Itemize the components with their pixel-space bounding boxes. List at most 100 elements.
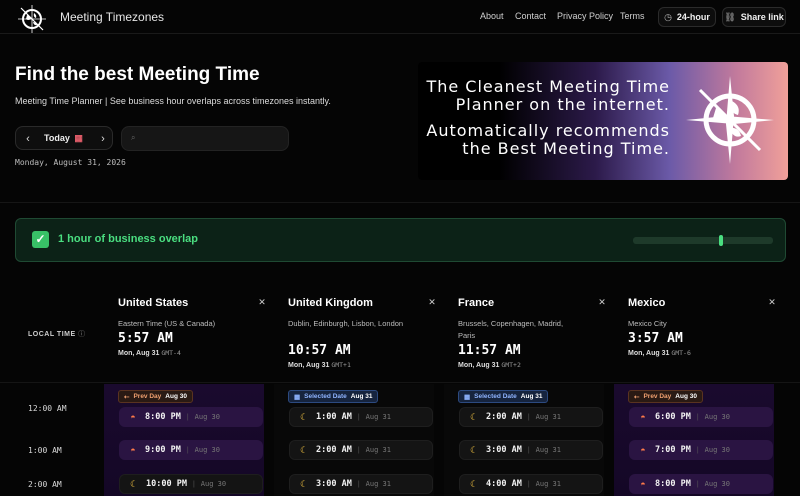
slot-separator: | [696, 446, 699, 454]
slot-time: 8:00 PM [145, 412, 181, 422]
time-slot-cell[interactable]: ◓ 7:00 PM | Aug 30 [629, 440, 773, 460]
time-slot-cell[interactable]: ☾ 2:00 AM | Aug 31 [459, 407, 603, 427]
time-format-label: 24-hour [676, 12, 710, 22]
zone-region: Brussels, Copenhagen, Madrid, Paris [458, 319, 564, 340]
slot-time: 6:00 PM [655, 412, 691, 422]
time-slot-cell[interactable]: ☾ 2:00 AM | Aug 31 [289, 440, 433, 460]
slot-time: 2:00 AM [316, 445, 352, 455]
slot-separator: | [192, 480, 195, 488]
sunset-icon: ◓ [130, 412, 136, 422]
remove-zone-close-icon[interactable]: ✕ [596, 296, 608, 308]
zone-region: Dublin, Edinburgh, Lisbon, London [288, 319, 404, 328]
slot-time: 1:00 AM [316, 412, 352, 422]
overlap-timeline-marker [719, 235, 723, 246]
zone-date-line: Mon, Aug 31 GMT-6 [628, 349, 691, 357]
slot-date: Aug 31 [535, 446, 561, 454]
slot-date: Aug 31 [365, 446, 391, 454]
slot-date: Aug 30 [194, 446, 220, 454]
prev-day-badge: ⇠ Prev Day Aug 30 [628, 390, 703, 403]
slot-time: 7:00 PM [655, 445, 691, 455]
timezone-search-input[interactable]: ⌕ [121, 126, 289, 151]
overlap-text: 1 hour of business overlap [58, 233, 198, 245]
badge-label: Selected Date [304, 393, 347, 400]
zone-country: United Kingdom [288, 297, 373, 309]
moon-icon: ☾ [129, 478, 139, 489]
zone-date: Mon, Aug 31 [288, 362, 330, 369]
slot-separator: | [357, 480, 360, 488]
badge-date: Aug 30 [675, 393, 697, 400]
remove-zone-close-icon[interactable]: ✕ [426, 296, 438, 308]
slot-date: Aug 31 [535, 480, 561, 488]
section-divider [0, 202, 800, 203]
time-slot-cell[interactable]: ◓ 8:00 PM | Aug 30 [629, 474, 773, 494]
slot-time: 3:00 AM [316, 479, 352, 489]
time-slot-cell[interactable]: ☾ 4:00 AM | Aug 31 [459, 474, 603, 494]
page-title: Find the best Meeting Time [15, 64, 260, 85]
zone-current-time: 10:57 AM [288, 343, 351, 358]
badge-label: Selected Date [474, 393, 517, 400]
zone-date-line: Mon, Aug 31 GMT-4 [118, 349, 181, 357]
next-day-chevron-icon[interactable]: › [95, 131, 111, 147]
slot-separator: | [186, 446, 189, 454]
zone-region: Eastern Time (US & Canada) [118, 319, 216, 328]
badge-label: Prev Day [133, 393, 162, 400]
badge-label: Prev Day [643, 393, 672, 400]
time-slot-cell[interactable]: ☾ 10:00 PM | Aug 30 [119, 474, 263, 494]
overlap-summary: ✓ 1 hour of business overlap [15, 218, 786, 262]
slot-date: Aug 30 [704, 413, 730, 421]
nav-about-link[interactable]: About [480, 11, 504, 21]
slot-separator: | [527, 446, 530, 454]
zone-region: Mexico City [628, 319, 667, 328]
today-button[interactable]: Today ▦ [44, 133, 83, 144]
remove-zone-close-icon[interactable]: ✕ [766, 296, 778, 308]
info-icon[interactable]: ⓘ [78, 331, 86, 338]
badge-date: Aug 30 [165, 393, 187, 400]
zone-gmt-offset: GMT-6 [671, 349, 691, 357]
zone-country: United States [118, 297, 189, 309]
page-subtitle: Meeting Time Planner | See business hour… [15, 96, 331, 106]
search-icon: ⌕ [131, 133, 136, 142]
zone-country: Mexico [628, 297, 666, 309]
nav-terms-link[interactable]: Terms [620, 11, 645, 21]
timezone-column-header: United States ✕ Eastern Time (US & Canada)… [118, 288, 278, 383]
header-separator [0, 382, 800, 383]
sunset-icon: ◓ [640, 412, 646, 422]
slot-separator: | [696, 480, 699, 488]
slot-time: 4:00 AM [486, 479, 522, 489]
slot-date: Aug 30 [200, 480, 227, 488]
time-slot-cell[interactable]: ☾ 1:00 AM | Aug 31 [289, 407, 433, 427]
zone-gmt-offset: GMT+1 [331, 361, 351, 369]
prev-day-badge: ⇠ Prev Day Aug 30 [118, 390, 193, 403]
prev-day-chevron-icon[interactable]: ‹ [20, 131, 36, 147]
time-slot-cell[interactable]: ☾ 3:00 AM | Aug 31 [289, 474, 433, 494]
arrow-left-icon: ⇠ [634, 393, 640, 401]
compass-logo-icon[interactable] [16, 3, 48, 35]
share-link-button[interactable]: ⛓ Share link [722, 7, 786, 27]
moon-icon: ☾ [299, 478, 309, 489]
zone-current-time: 11:57 AM [458, 343, 521, 358]
brand-name[interactable]: Meeting Timezones [60, 10, 164, 24]
check-icon: ✓ [32, 231, 49, 248]
row-time-label: 12:00 AM [28, 404, 67, 413]
moon-icon: ☾ [469, 444, 479, 455]
time-slot-cell[interactable]: ☾ 3:00 AM | Aug 31 [459, 440, 603, 460]
slot-separator: | [527, 413, 530, 421]
zone-date: Mon, Aug 31 [628, 350, 670, 357]
zone-current-time: 3:57 AM [628, 331, 683, 346]
nav-privacy-link[interactable]: Privacy Policy [557, 11, 613, 21]
timezone-column-header: Mexico ✕ Mexico City 3:57 AM Mon, Aug 31 GMT… [628, 288, 788, 383]
banner-line-2: Automatically recommends the Best Meetin… [426, 121, 670, 158]
time-format-button[interactable]: ◷ 24-hour [658, 7, 716, 27]
nav-contact-link[interactable]: Contact [515, 11, 546, 21]
overlap-timeline-bar [633, 237, 773, 244]
selected-date-badge: ▦ Selected Date Aug 31 [288, 390, 379, 403]
remove-zone-close-icon[interactable]: ✕ [256, 296, 268, 308]
moon-icon: ☾ [469, 478, 479, 489]
time-slot-cell[interactable]: ◓ 6:00 PM | Aug 30 [629, 407, 773, 427]
timezone-column-header: France ✕ Brussels, Copenhagen, Madrid, Par… [458, 288, 618, 383]
time-slot-cell[interactable]: ◓ 8:00 PM | Aug 30 [119, 407, 263, 427]
zone-date-line: Mon, Aug 31 GMT+2 [458, 361, 521, 369]
sunset-icon: ◓ [130, 445, 136, 455]
time-slot-cell[interactable]: ◓ 9:00 PM | Aug 30 [119, 440, 263, 460]
slot-date: Aug 31 [365, 413, 391, 421]
